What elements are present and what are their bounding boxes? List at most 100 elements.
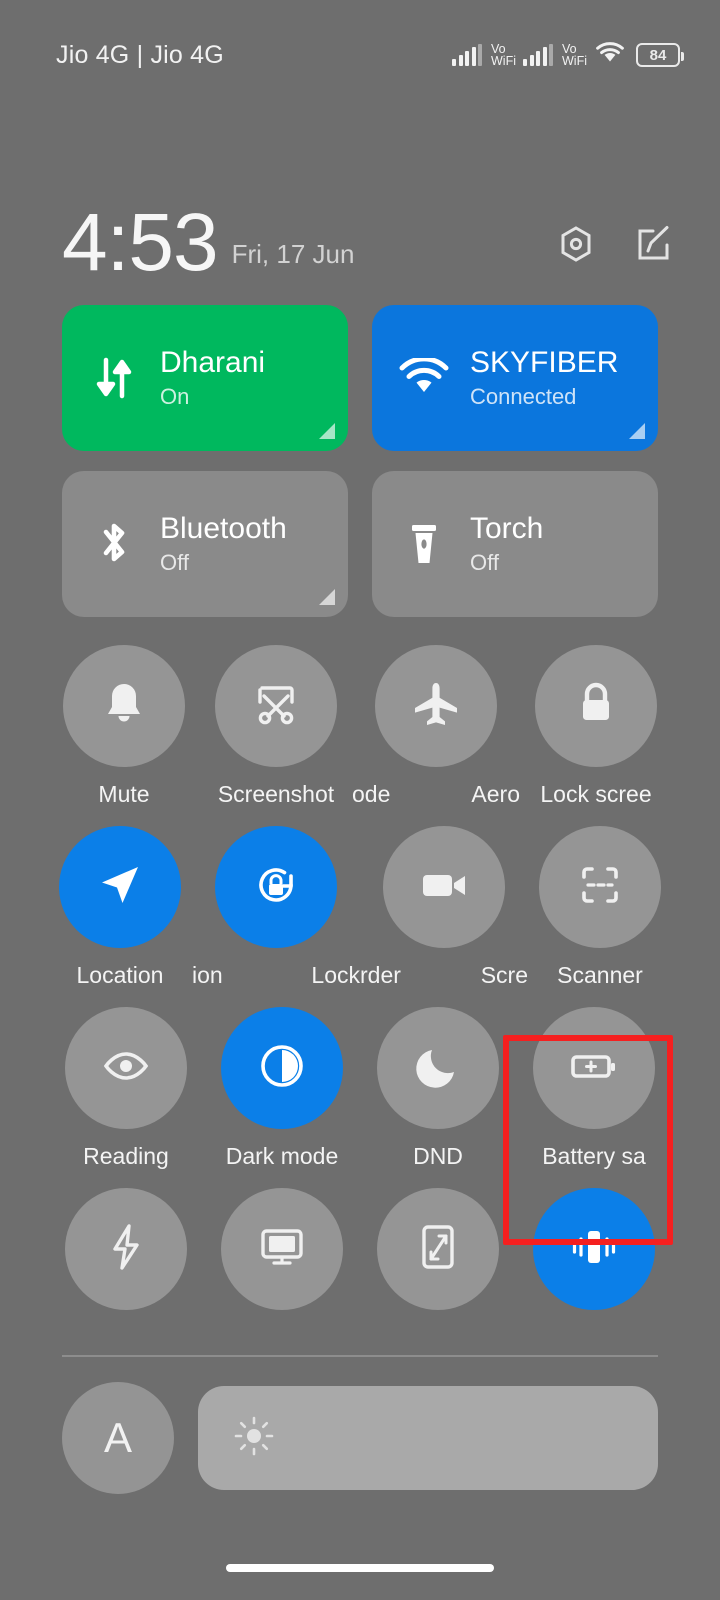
dark-mode-icon (255, 1039, 309, 1098)
toggle-label: Scanner (557, 962, 643, 988)
battery-icon: 84 (636, 43, 684, 67)
toggle-row-2: Location ion Lock rder Scre Scanner (48, 826, 672, 989)
cast-screen-icon (256, 1225, 308, 1274)
vowifi-icon: Vo WiFi (491, 42, 516, 68)
tile-bluetooth[interactable]: Bluetooth Off (62, 471, 348, 617)
toggle-battery-saver[interactable]: Battery sa (516, 1007, 672, 1170)
toggle-circle[interactable] (221, 1188, 343, 1310)
toggle-circle[interactable] (533, 1188, 655, 1310)
toggle-scanner[interactable]: Scanner (528, 826, 672, 989)
airplane-icon (410, 678, 462, 735)
bluetooth-icon (88, 518, 140, 570)
toggle-circle[interactable] (215, 826, 337, 948)
divider (62, 1355, 658, 1357)
toggle-screen-recorder[interactable]: rder Scre (360, 826, 528, 989)
lightning-bolt-icon (106, 1221, 146, 1278)
toggle-label: Reading (83, 1143, 169, 1169)
tile-torch[interactable]: Torch Off (372, 471, 658, 617)
header-actions (554, 222, 676, 266)
toggle-label: ode Aero (352, 781, 520, 807)
tile-subtitle: Off (470, 549, 499, 575)
clock-header: 4:53 Fri, 17 Jun (0, 175, 720, 288)
toggle-circle[interactable] (59, 826, 181, 948)
toggle-label: ion Lock (192, 962, 360, 988)
signal-bars-icon-2 (523, 44, 553, 66)
tile-wifi[interactable]: SKYFIBER Connected (372, 305, 658, 451)
bell-icon (100, 678, 148, 735)
vowifi-icon-2: Vo WiFi (562, 42, 587, 68)
toggle-circle[interactable] (383, 826, 505, 948)
toggle-location[interactable]: Location (48, 826, 192, 989)
tile-subtitle: Off (160, 549, 189, 575)
toggle-circle[interactable] (65, 1007, 187, 1129)
toggle-circle[interactable] (535, 645, 657, 767)
quick-toggle-grid: Mute Screenshot ode Aero Lock scree Loca… (0, 645, 720, 1342)
settings-gear-icon[interactable] (554, 222, 598, 266)
torch-icon (398, 518, 450, 570)
toggle-label: Lock scree (540, 781, 652, 807)
eye-icon (100, 1048, 152, 1089)
expand-corner-icon[interactable] (629, 423, 645, 439)
toggle-circle[interactable] (65, 1188, 187, 1310)
toggle-label: Battery sa (542, 1143, 646, 1169)
toggle-screenshot[interactable]: Screenshot (200, 645, 352, 808)
battery-percent-label: 84 (649, 46, 667, 64)
toggle-row-3: Reading Dark mode DND Battery sa (48, 1007, 672, 1170)
toggle-rotation-lock[interactable]: ion Lock (192, 826, 360, 989)
tile-title: Dharani (160, 346, 266, 380)
location-arrow-icon (95, 860, 145, 915)
toggle-cast[interactable] (204, 1188, 360, 1324)
clock-time: 4:53 (62, 196, 219, 288)
vowifi-bottom-2: WiFi (562, 54, 587, 68)
expand-corner-icon[interactable] (319, 423, 335, 439)
moon-icon (414, 1042, 462, 1095)
toggle-circle[interactable] (533, 1007, 655, 1129)
toggle-vibrate[interactable] (516, 1188, 672, 1324)
toggle-label: Screenshot (217, 781, 335, 807)
toggle-mute[interactable]: Mute (48, 645, 200, 808)
brightness-slider[interactable] (198, 1386, 658, 1490)
big-tile-row-2: Bluetooth Off Torch Off (0, 471, 720, 617)
sun-icon (232, 1414, 276, 1463)
toggle-circle[interactable] (221, 1007, 343, 1129)
toggle-label: rder Scre (360, 962, 528, 988)
status-bar: Jio 4G | Jio 4G Vo WiFi Vo WiFi 84 (0, 0, 720, 70)
toggle-circle[interactable] (377, 1188, 499, 1310)
scanner-icon (575, 860, 625, 915)
resize-screen-icon (416, 1221, 460, 1278)
screen-recorder-icon (418, 866, 470, 909)
toggle-circle[interactable] (539, 826, 661, 948)
toggle-label: Location (76, 962, 164, 988)
vibrate-icon (568, 1223, 620, 1276)
tile-mobile-data[interactable]: Dharani On (62, 305, 348, 451)
toggle-airplane-mode[interactable]: ode Aero (352, 645, 520, 808)
tile-subtitle: On (160, 383, 190, 409)
toggle-circle[interactable] (63, 645, 185, 767)
screenshot-icon (250, 678, 302, 735)
toggle-circle[interactable] (377, 1007, 499, 1129)
toggle-circle[interactable] (375, 645, 497, 767)
navigation-gesture-bar[interactable] (226, 1564, 494, 1572)
tile-title: Torch (470, 512, 544, 546)
tile-title: SKYFIBER (470, 346, 619, 380)
toggle-dnd[interactable]: DND (360, 1007, 516, 1170)
edit-pencil-icon[interactable] (632, 222, 676, 266)
status-bar-icons: Vo WiFi Vo WiFi 84 (452, 41, 684, 70)
toggle-lock-screen[interactable]: Lock scree (520, 645, 672, 808)
toggle-reading-mode[interactable]: Reading (48, 1007, 204, 1170)
toggle-resize-screen[interactable] (360, 1188, 516, 1324)
lock-icon (573, 678, 619, 735)
toggle-circle[interactable] (215, 645, 337, 767)
expand-corner-icon[interactable] (319, 589, 335, 605)
toggle-label: Dark mode (225, 1143, 339, 1169)
auto-brightness-button[interactable]: A (62, 1382, 174, 1494)
wifi-icon (594, 41, 626, 70)
brightness-row: A (0, 1382, 720, 1494)
rotation-lock-icon (250, 859, 302, 916)
toggle-dark-mode[interactable]: Dark mode (204, 1007, 360, 1170)
toggle-power-boost[interactable] (48, 1188, 204, 1324)
clock-date: Fri, 17 Jun (231, 239, 355, 269)
tile-title: Bluetooth (160, 512, 287, 546)
wifi-icon (398, 358, 450, 398)
signal-bars-icon (452, 44, 482, 66)
